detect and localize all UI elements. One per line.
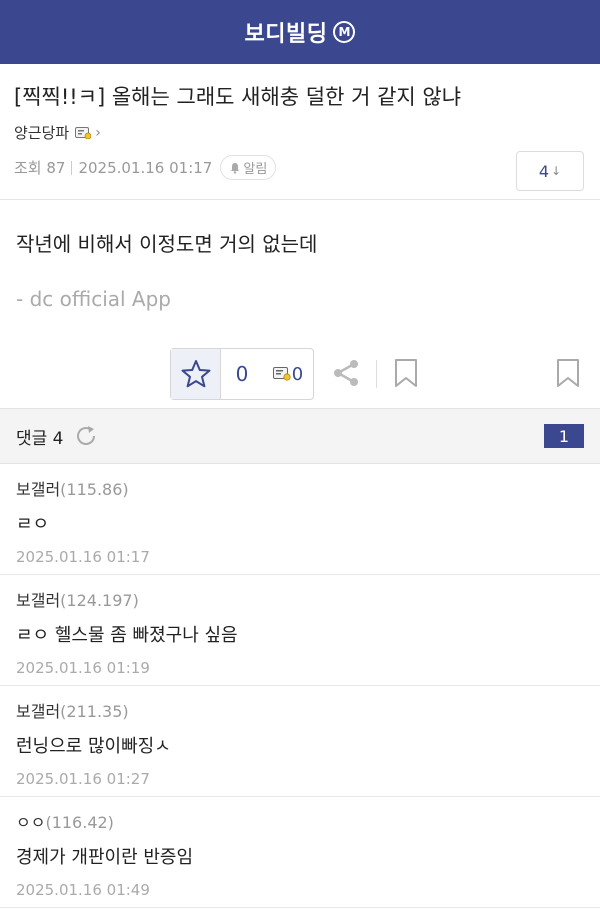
refresh-icon[interactable] (74, 424, 98, 448)
comment-text: 런닝으로 많이빠징ㅅ (16, 736, 171, 757)
comment-nick: ㅇㅇ (16, 813, 46, 832)
gallery-title[interactable]: 보디빌딩 (245, 16, 328, 48)
comment-item: 보갤러(115.86) ㄹㅇ 2025.01.16 01:17 (0, 464, 600, 575)
chevron-right-icon[interactable]: › (95, 125, 101, 141)
fixed-recommend-count: 0 (291, 363, 304, 385)
comments-count-label: 댓글 4 (16, 428, 64, 449)
comment-ip: (211.35) (60, 702, 129, 721)
alarm-label: 알림 (243, 162, 268, 177)
comment-jump-count: 4 (538, 161, 550, 181)
comment-date: 2025.01.16 01:27 (16, 770, 150, 788)
comment-author[interactable]: 보갤러(124.197) (16, 587, 584, 611)
post-content: 작년에 비해서 이정도면 거의 없는데 (16, 232, 318, 256)
comment-page-badge[interactable]: 1 (544, 424, 584, 448)
comment-date: 2025.01.16 01:17 (16, 548, 150, 566)
comment-nick: 보갤러 (16, 702, 61, 721)
post-meta: 조회 87 2025.01.16 01:17 알림 (14, 155, 586, 180)
comment-item: 보갤러(124.197) ㄹㅇ 헬스물 좀 빠졌구나 싶음 2025.01.16… (0, 575, 600, 686)
author-name[interactable]: 양근당파 (14, 122, 69, 143)
comment-item: ㅇㅇ(116.42) 경제가 개판이란 반증임 2025.01.16 01:49 (0, 797, 600, 908)
comment-ip: (116.42) (45, 813, 114, 832)
comment-text: 경제가 개판이란 반증임 (16, 847, 194, 868)
star-icon (181, 360, 210, 388)
gallery-header: 보디빌딩 M (0, 0, 600, 64)
comment-nick: 보갤러 (16, 591, 61, 610)
post-actions: 0 0 (170, 348, 314, 400)
scrap-icon[interactable] (556, 358, 580, 388)
comment-list: 보갤러(115.86) ㄹㅇ 2025.01.16 01:17 보갤러(124.… (0, 464, 600, 908)
comment-ip: (124.197) (60, 591, 139, 610)
comment-author[interactable]: ㅇㅇ(116.42) (16, 809, 584, 833)
post-signature: - dc official App (16, 287, 171, 311)
post-title: [찍찍!!ㅋ] 올해는 그래도 새해충 덜한 거 같지 않냐 (14, 85, 462, 109)
alarm-button[interactable]: 알림 (220, 155, 277, 180)
comment-text: ㄹㅇ (16, 514, 50, 535)
comment-item: 보갤러(211.35) 런닝으로 많이빠징ㅅ 2025.01.16 01:27 (0, 686, 600, 797)
recommend-box: 0 0 (170, 348, 314, 400)
comment-jump-button[interactable]: 4 ↓ (516, 151, 584, 191)
post-header: [찍찍!!ㅋ] 올해는 그래도 새해충 덜한 거 같지 않냐 양근당파 › 조회… (0, 64, 600, 200)
comment-text: ㄹㅇ 헬스물 좀 빠졌구나 싶음 (16, 625, 238, 646)
recommend-count: 0 (235, 362, 249, 386)
comment-author[interactable]: 보갤러(115.86) (16, 476, 584, 500)
gallog-icon[interactable] (75, 126, 92, 139)
recommend-button[interactable] (171, 349, 221, 399)
down-arrow-icon: ↓ (551, 164, 562, 178)
fixed-recommend[interactable]: 0 (263, 349, 313, 399)
comment-nick: 보갤러 (16, 480, 61, 499)
bell-icon (231, 162, 240, 174)
bookmark-icon[interactable] (394, 358, 418, 388)
view-count: 조회 87 (14, 159, 66, 177)
comment-author[interactable]: 보갤러(211.35) (16, 698, 584, 722)
comment-ip: (115.86) (60, 480, 129, 499)
action-divider (376, 360, 377, 388)
comment-date: 2025.01.16 01:19 (16, 659, 150, 677)
share-icon[interactable] (331, 358, 361, 388)
comment-date: 2025.01.16 01:49 (16, 881, 150, 899)
post-datetime: 2025.01.16 01:17 (78, 158, 213, 177)
comments-header: 댓글 4 1 (0, 408, 600, 464)
m-badge-icon: M (333, 21, 356, 43)
meta-divider (71, 160, 73, 175)
gallog-fix-icon (272, 367, 291, 381)
author-row[interactable]: 양근당파 › (14, 122, 586, 143)
